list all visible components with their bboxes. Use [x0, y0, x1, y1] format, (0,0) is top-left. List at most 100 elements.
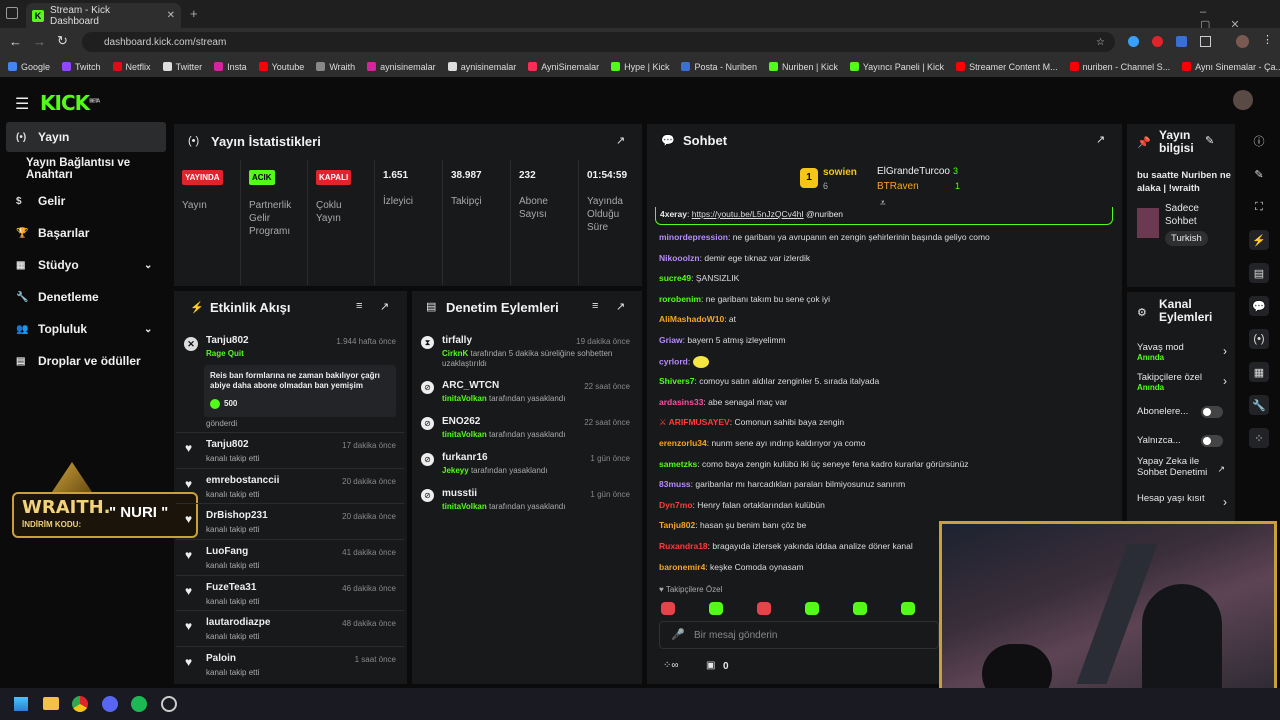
nav-item[interactable]: ▤ Droplar ve ödüller	[6, 346, 166, 376]
chat-username[interactable]: sucre49	[659, 273, 691, 283]
quick-emote-icon[interactable]	[709, 602, 723, 615]
quick-emote-icon[interactable]	[901, 602, 915, 615]
chrome-icon[interactable]	[72, 696, 88, 712]
bookmark-item[interactable]: Wraith	[316, 62, 355, 72]
moderator-name[interactable]: tinitaVolkan	[442, 430, 487, 439]
lightning-icon[interactable]: ⚡	[1249, 230, 1269, 250]
toggle-switch[interactable]	[1201, 406, 1223, 418]
chevron-right-icon[interactable]: ›	[1223, 374, 1227, 388]
new-tab-icon[interactable]: +	[190, 6, 198, 21]
nav-item[interactable]: (•) Yayın	[6, 122, 166, 152]
nav-item[interactable]: Yayın Bağlantısı ve Anahtarı	[6, 154, 176, 184]
browser-tab[interactable]: K Stream - Kick Dashboard ✕	[26, 3, 181, 28]
menu-kebab-icon[interactable]: ⋮	[1262, 33, 1273, 46]
discord-icon[interactable]	[102, 696, 118, 712]
event-user[interactable]: emrebostanccii	[206, 475, 279, 486]
chat-username[interactable]: 4xeray	[660, 209, 687, 219]
channel-action[interactable]: Hesap yaşı kısıt ›	[1137, 493, 1227, 509]
chevron-right-icon[interactable]: ›	[1223, 344, 1227, 358]
bookmark-item[interactable]: Twitter	[162, 62, 202, 72]
popout-icon[interactable]: ↗	[616, 134, 625, 147]
popout-icon[interactable]: ↗	[616, 300, 625, 313]
moderated-user[interactable]: ENO262	[442, 416, 480, 427]
bookmark-item[interactable]: aynisinemalar	[447, 62, 516, 72]
url-field[interactable]: dashboard.kick.com/stream ☆	[82, 32, 1115, 52]
reload-icon[interactable]: ↻	[57, 33, 68, 49]
chat-icon[interactable]: 💬	[1249, 296, 1269, 316]
bookmark-item[interactable]: nuriben - Channel S...	[1069, 62, 1170, 72]
focus-icon[interactable]: ⛶	[1249, 197, 1269, 217]
channel-action[interactable]: Yapay Zeka ile Sohbet Denetimi ↗	[1137, 456, 1227, 478]
document-icon[interactable]: ▤	[1249, 263, 1269, 283]
quick-emote-icon[interactable]	[805, 602, 819, 615]
bookmark-item[interactable]: Streamer Content M...	[956, 62, 1058, 72]
event-user[interactable]: Tanju802	[206, 439, 249, 450]
nav-item[interactable]: 🏆 Başarılar	[6, 218, 166, 248]
third-gifter-name[interactable]: BTRaven	[877, 181, 919, 192]
chat-username[interactable]: Ruxandra18	[659, 541, 708, 551]
chat-username[interactable]: cyrlord	[659, 356, 688, 366]
bookmark-item[interactable]: Youtube	[258, 62, 304, 72]
start-icon[interactable]	[14, 697, 28, 711]
bookmark-item[interactable]: Posta - Nuriben	[681, 62, 757, 72]
bookmark-star-icon[interactable]: ☆	[1096, 37, 1105, 48]
user-avatar[interactable]	[1233, 90, 1253, 110]
extension-icon[interactable]	[1176, 36, 1187, 47]
chat-username[interactable]: Shivers7	[659, 376, 694, 386]
chat-username[interactable]: Nikooolzn	[659, 253, 700, 263]
event-user[interactable]: Tanju802	[206, 335, 249, 346]
chat-username[interactable]: ardasins33	[659, 397, 703, 407]
infinity-icon[interactable]: ⁘∞	[663, 660, 679, 671]
spotify-icon[interactable]	[131, 696, 147, 712]
event-user[interactable]: LuoFang	[206, 546, 248, 557]
chat-username[interactable]: Dyn7mo	[659, 500, 693, 510]
kick-logo[interactable]: KICKBETA	[40, 91, 100, 115]
back-icon[interactable]: ←	[9, 34, 22, 49]
bookmark-item[interactable]: Yayıncı Paneli | Kick	[849, 62, 944, 72]
toggle-switch[interactable]	[1201, 435, 1223, 447]
edit-icon[interactable]: ✎	[1205, 134, 1214, 147]
bookmark-item[interactable]: aynisinemalar	[367, 62, 436, 72]
moderator-name[interactable]: Jekeyy	[442, 466, 469, 475]
chat-username[interactable]: baronemir4	[659, 562, 705, 572]
channel-action[interactable]: Yavaş mod Anında ›	[1137, 342, 1227, 362]
event-user[interactable]: DrBishop231	[206, 510, 268, 521]
community-icon[interactable]: ⁘	[1249, 428, 1269, 448]
channel-action[interactable]: Abonelere...	[1137, 406, 1227, 418]
chat-username[interactable]: sametzks	[659, 459, 697, 469]
tab-close-icon[interactable]: ✕	[167, 10, 175, 21]
popout-icon[interactable]: ↗	[1096, 133, 1105, 146]
hamburger-menu-icon[interactable]: ☰	[15, 94, 29, 114]
studio-icon[interactable]: ▦	[1249, 362, 1269, 382]
moderated-user[interactable]: furkanr16	[442, 452, 488, 463]
extension-icon[interactable]	[1128, 36, 1139, 47]
bookmark-item[interactable]: Netflix	[112, 62, 151, 72]
chat-username[interactable]: 83muss	[659, 479, 691, 489]
chat-username[interactable]: Griaw	[659, 335, 683, 345]
chat-username[interactable]: AliMashadoW10	[659, 314, 724, 324]
moderated-user[interactable]: musstii	[442, 488, 477, 499]
filter-icon[interactable]: ≡	[592, 300, 598, 312]
obs-icon[interactable]	[161, 696, 177, 712]
info-icon[interactable]: ⓘ	[1249, 131, 1269, 151]
moderated-user[interactable]: tirfally	[442, 335, 472, 346]
chat-username[interactable]: erenzorlu34	[659, 438, 707, 448]
chat-username[interactable]: rorobenim	[659, 294, 701, 304]
external-link-icon[interactable]: ↗	[1217, 464, 1225, 475]
second-gifter-name[interactable]: ElGrandeTurcoo	[877, 166, 950, 177]
chat-username[interactable]: ARIFMUSAYEV	[669, 417, 730, 427]
quick-emote-icon[interactable]	[661, 602, 675, 615]
nav-item[interactable]: ▦ Stüdyo ⌄	[6, 250, 166, 280]
nav-item[interactable]: 👥 Topluluk ⌄	[6, 314, 166, 344]
nav-item[interactable]: $ Gelir	[6, 186, 166, 216]
top-gifter-name[interactable]: sowien	[823, 167, 857, 178]
channel-action[interactable]: Yalnızca...	[1137, 435, 1227, 447]
bookmark-item[interactable]: Nuriben | Kick	[768, 62, 838, 72]
chevron-down-icon[interactable]: ⌄	[144, 324, 152, 335]
moderator-name[interactable]: tinitaVolkan	[442, 502, 487, 511]
event-user[interactable]: lautarodiazpe	[206, 617, 270, 628]
filter-icon[interactable]: ≡	[356, 300, 362, 312]
bookmark-item[interactable]: AyniSinemalar	[528, 62, 599, 72]
popout-icon[interactable]: ↗	[380, 300, 389, 313]
extensions-icon[interactable]	[1200, 36, 1211, 47]
